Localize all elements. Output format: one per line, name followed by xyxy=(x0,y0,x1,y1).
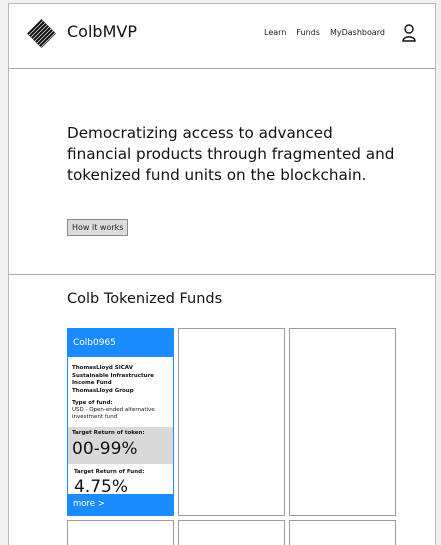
target-fund-label: Target Return of Fund: xyxy=(74,469,145,475)
fund-card-placeholder[interactable] xyxy=(178,520,285,545)
nav-funds[interactable]: Funds xyxy=(296,28,320,37)
target-token-value: 00-99% xyxy=(72,439,138,459)
fund-name-block: ThomasLloyd SICAV Sustainable Infrastruc… xyxy=(68,357,173,395)
nav-mydashboard[interactable]: MyDashboard xyxy=(330,28,385,37)
fund-card-placeholder[interactable] xyxy=(289,328,396,516)
target-return-fund-block: Target Return of Fund: 4.75% xyxy=(68,464,173,497)
fund-card-placeholder[interactable] xyxy=(67,520,174,545)
user-icon[interactable] xyxy=(402,24,416,42)
more-link[interactable]: more > xyxy=(68,494,173,515)
fund-name-line: ThomasLloyd SICAV xyxy=(72,365,133,371)
fund-type-label: Type of fund: xyxy=(72,400,113,406)
fund-type-line: USD - Open-ended alternative xyxy=(72,407,155,413)
target-token-label: Target Return of token: xyxy=(72,430,145,436)
fund-name-line: Sustainable Infrastructure xyxy=(72,372,155,379)
fund-name-line: Income Fund xyxy=(72,380,112,386)
how-it-works-button[interactable]: How it works xyxy=(67,219,129,236)
fund-type-line: investment fund xyxy=(72,414,118,420)
top-navbar: ColbMVP Learn Funds MyDashboard xyxy=(9,4,435,69)
fund-card-placeholder[interactable] xyxy=(289,520,396,545)
fund-name-line: ThomasLloyd Group xyxy=(72,387,134,394)
target-return-token-block: Target Return of token: 00-99% xyxy=(68,427,173,464)
brand-logo-icon[interactable] xyxy=(27,19,56,48)
brand-name[interactable]: ColbMVP xyxy=(67,22,137,41)
app-frame: ColbMVP Learn Funds MyDashboard Democrat… xyxy=(8,3,436,545)
fund-card-placeholder[interactable] xyxy=(178,328,285,516)
nav-learn[interactable]: Learn xyxy=(264,28,286,37)
main-nav: Learn Funds MyDashboard xyxy=(264,28,385,37)
hero-section: Democratizing access to advanced financi… xyxy=(9,69,435,275)
funds-section-title: Colb Tokenized Funds xyxy=(67,291,223,307)
fund-type-block: Type of fund: USD - Open-ended alternati… xyxy=(68,395,173,421)
fund-card-featured[interactable]: Colb0965 ThomasLloyd SICAV Sustainable I… xyxy=(67,328,174,516)
hero-headline: Democratizing access to advanced financi… xyxy=(67,124,395,184)
fund-card-code: Colb0965 xyxy=(68,329,173,357)
